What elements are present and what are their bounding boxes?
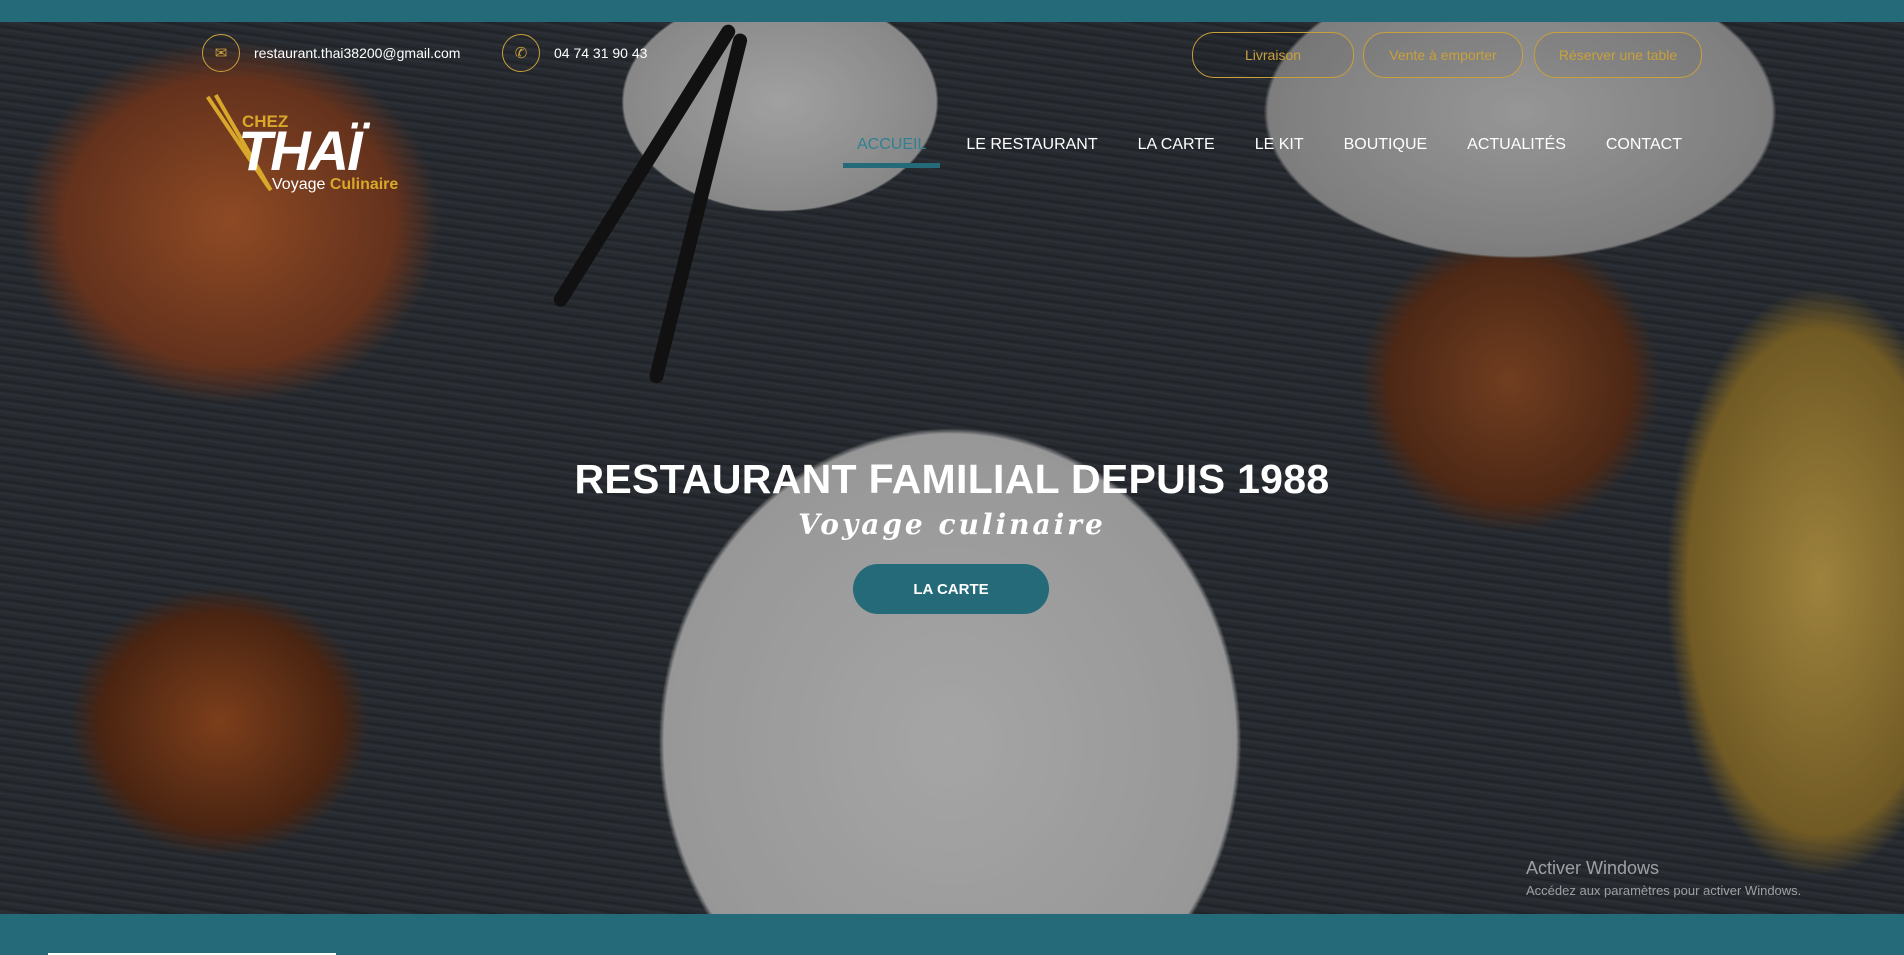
bottom-band <box>0 914 1904 955</box>
windows-activation-watermark: Activer Windows Accédez aux paramètres p… <box>1526 858 1801 898</box>
nav-boutique[interactable]: BOUTIQUE <box>1344 132 1428 164</box>
nav-le-kit[interactable]: LE KIT <box>1255 132 1304 164</box>
top-strip <box>0 0 1904 22</box>
hero-title: RESTAURANT FAMILIAL DEPUIS 1988 <box>574 456 1330 502</box>
watermark-subtitle: Accédez aux paramètres pour activer Wind… <box>1526 883 1802 898</box>
nav-actualites[interactable]: ACTUALITÉS <box>1467 132 1566 164</box>
delivery-button[interactable]: Livraison <box>1192 32 1354 78</box>
takeaway-button[interactable]: Vente à emporter <box>1363 32 1523 78</box>
main-nav: ACCUEIL LE RESTAURANT LA CARTE LE KIT BO… <box>842 132 1682 168</box>
la-carte-button[interactable]: LA CARTE <box>853 564 1049 614</box>
nav-le-restaurant[interactable]: LE RESTAURANT <box>966 132 1097 164</box>
hero-subtitle: Voyage culinaire <box>798 508 1106 541</box>
logo-thai: THAÏ <box>238 119 363 182</box>
phone-contact[interactable]: ✆ 04 74 31 90 43 <box>502 34 647 72</box>
logo-subtitle: Voyage Culinaire <box>272 176 398 194</box>
reserve-table-button[interactable]: Réserver une table <box>1534 32 1702 78</box>
watermark-title: Activer Windows <box>1526 858 1660 878</box>
nav-contact[interactable]: CONTACT <box>1606 132 1682 164</box>
nav-active-underline <box>842 163 941 168</box>
logo[interactable]: CHEZ THAÏ Voyage Culinaire <box>200 94 420 200</box>
nav-accueil[interactable]: ACCUEIL <box>842 132 941 168</box>
phone-text: 04 74 31 90 43 <box>554 45 648 61</box>
phone-icon: ✆ <box>502 34 540 72</box>
email-contact[interactable]: ✉ restaurant.thai38200@gmail.com <box>202 34 460 72</box>
logo-sub-b: Culinaire <box>329 176 399 193</box>
logo-sub-a: Voyage <box>272 176 326 193</box>
nav-label: ACCUEIL <box>856 136 927 153</box>
envelope-icon: ✉ <box>202 34 240 72</box>
nav-la-carte[interactable]: LA CARTE <box>1138 132 1215 164</box>
email-text: restaurant.thai38200@gmail.com <box>254 45 461 61</box>
